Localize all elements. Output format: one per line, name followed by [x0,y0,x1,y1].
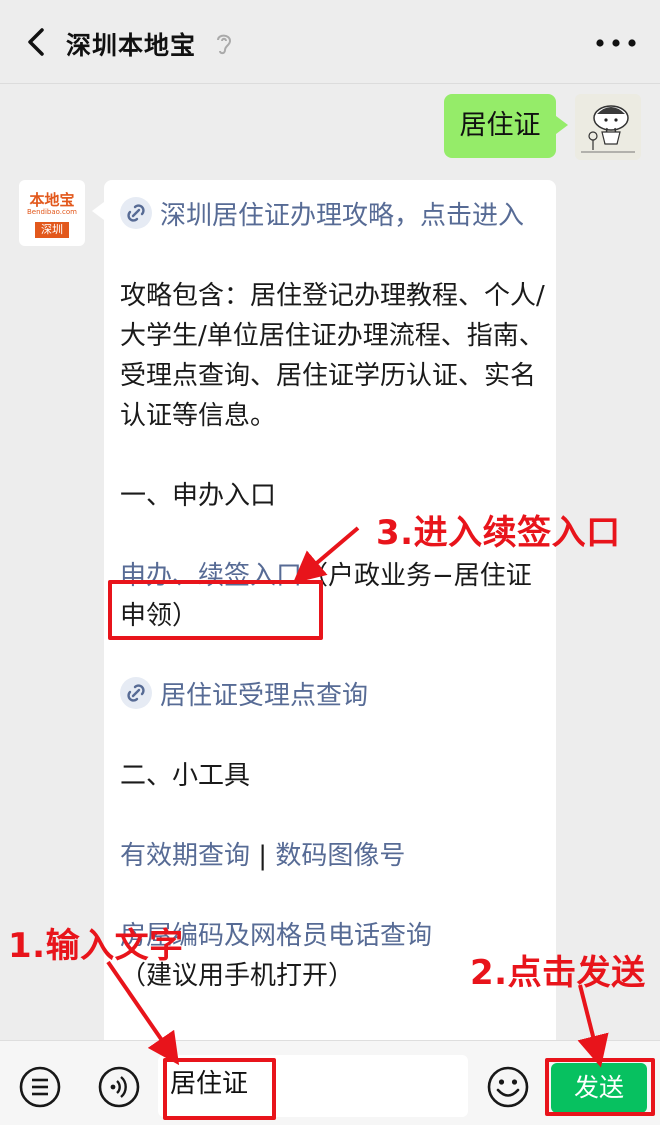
user-message-bubble[interactable]: 居住证 [444,94,568,158]
annotation-box-apply-link [108,580,323,640]
top-bar: 深圳本地宝 [0,0,660,84]
photo-code-link[interactable]: 数码图像号 [275,841,405,871]
guide-link[interactable]: 深圳居住证办理攻略，点击进入 [160,201,524,231]
annotation-box-input [163,1058,276,1120]
section-heading-tools: 二、小工具 [120,761,251,791]
menu-list-icon[interactable] [18,1065,62,1109]
office-query-row[interactable]: 居住证受理点查询 [120,676,546,716]
emoji-icon[interactable] [486,1065,530,1109]
chat-area[interactable]: 居住证 本地宝 Bendibao.com 深圳 深圳居住证办理攻略，点击进入 攻… [0,84,660,1040]
muted-ear-icon [217,34,232,55]
office-query-link[interactable]: 居住证受理点查询 [160,681,368,711]
user-avatar[interactable] [575,94,641,160]
chat-title: 深圳本地宝 [66,31,197,60]
tools-row: 有效期查询 | 数码图像号 [120,836,546,876]
voice-input-icon[interactable] [97,1065,141,1109]
validity-query-link[interactable]: 有效期查询 [120,841,250,871]
user-avatar-drawing-icon [575,94,641,160]
annotation-step3: 3.进入续签入口 [376,513,621,553]
bot-avatar[interactable]: 本地宝 Bendibao.com 深圳 [19,180,85,246]
link-icon [120,197,152,229]
annotation-step1: 1.输入文字 [8,926,184,966]
annotation-step2: 2.点击发送 [470,953,646,993]
guide-link-row[interactable]: 深圳居住证办理攻略，点击进入 [120,196,546,236]
annotation-box-send [545,1058,655,1116]
logo-text: 本地宝 [29,191,75,209]
logo-city-tag: 深圳 [35,222,69,238]
link-icon [120,677,152,709]
tools-separator: | [250,841,276,871]
more-options-icon[interactable] [592,36,640,50]
guide-intro: 攻略包含：居住登记办理教程、个人/大学生/单位居住证办理流程、指南、受理点查询、… [120,281,545,431]
logo-subtext: Bendibao.com [26,208,77,216]
back-arrow-icon[interactable] [18,22,58,62]
